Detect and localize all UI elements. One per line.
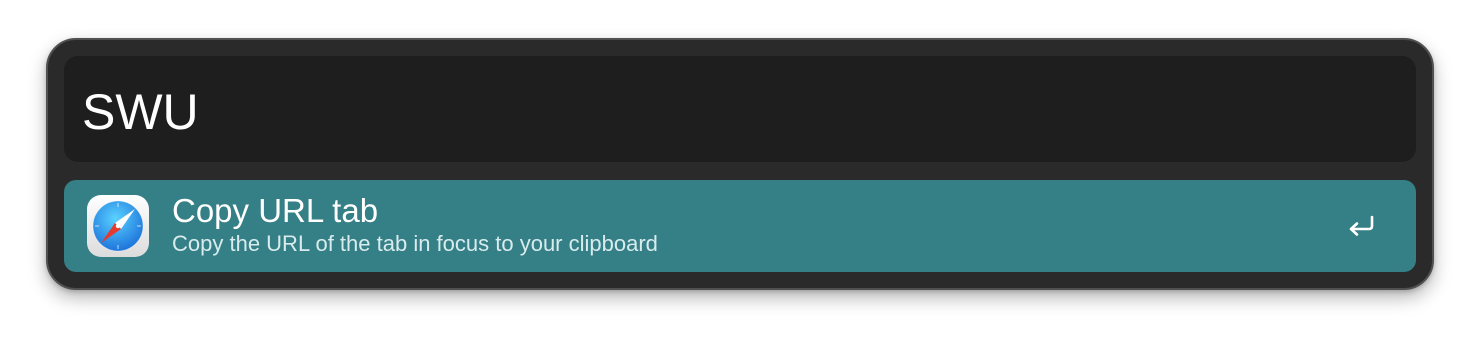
result-row-copy-url-tab[interactable]: Copy URL tab Copy the URL of the tab in … xyxy=(64,180,1416,272)
search-input[interactable] xyxy=(82,84,1382,140)
result-subtitle: Copy the URL of the tab in focus to your… xyxy=(172,231,658,256)
search-box[interactable] xyxy=(64,56,1416,162)
safari-compass-icon xyxy=(87,195,149,257)
launcher-window: Copy URL tab Copy the URL of the tab in … xyxy=(46,38,1434,290)
result-title: Copy URL tab xyxy=(172,192,379,229)
return-key-icon xyxy=(1349,215,1374,236)
